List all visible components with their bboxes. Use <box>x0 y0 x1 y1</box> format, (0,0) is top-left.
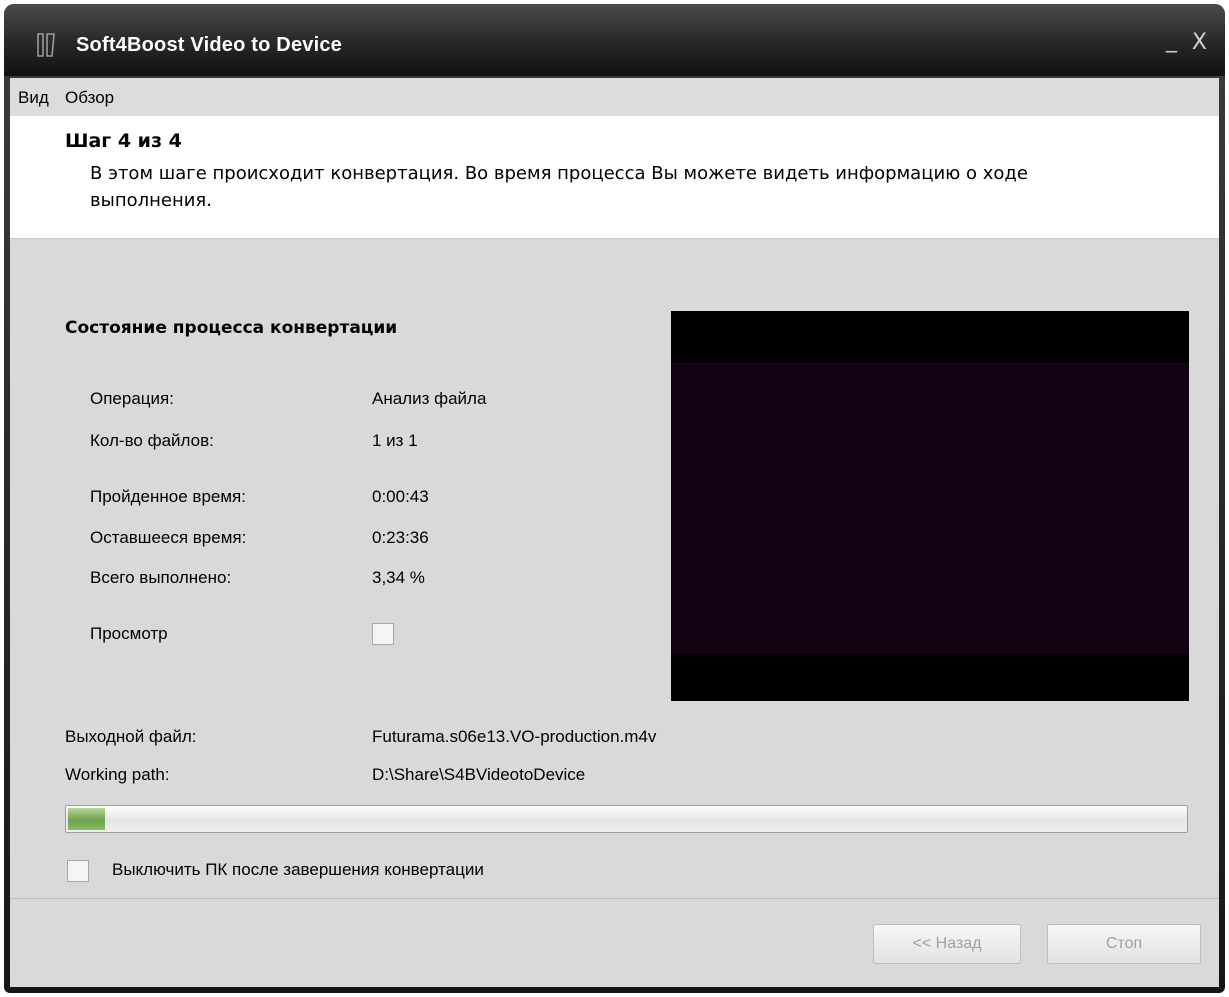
close-button[interactable]: X <box>1192 30 1207 55</box>
step-description: В этом шаге происходит конвертация. Во в… <box>90 163 1028 211</box>
video-preview <box>671 311 1189 701</box>
video-frame <box>671 363 1189 653</box>
step-header: Шаг 4 из 4 В этом шаге происходит конвер… <box>10 116 1219 239</box>
preview-checkbox[interactable] <box>372 623 394 645</box>
files-count-label: Кол-во файлов: <box>90 431 214 450</box>
files-count-value: 1 из 1 <box>372 431 418 450</box>
app-logo-icon <box>37 33 55 57</box>
shutdown-checkbox[interactable] <box>67 860 89 882</box>
title-bar[interactable]: Soft4Boost Video to Device _ X <box>4 4 1225 76</box>
client-area: Вид Обзор Шаг 4 из 4 В этом шаге происхо… <box>10 78 1219 987</box>
output-file-value: Futurama.s06e13.VO-production.m4v <box>372 727 657 746</box>
remaining-time-label: Оставшееся время: <box>90 528 247 547</box>
menu-item-browse[interactable]: Обзор <box>65 88 114 108</box>
menu-item-view[interactable]: Вид <box>18 88 49 108</box>
working-path-label: Working path: <box>65 765 170 784</box>
shutdown-label: Выключить ПК после завершения конвертаци… <box>112 860 484 879</box>
output-file-label: Выходной файл: <box>65 727 197 746</box>
app-window: Soft4Boost Video to Device _ X Вид Обзор… <box>4 4 1225 993</box>
back-button[interactable]: << Назад <box>873 924 1021 964</box>
section-title: Состояние процесса конвертации <box>65 318 398 338</box>
minimize-button[interactable]: _ <box>1166 28 1177 53</box>
working-path-value: D:\Share\S4BVideotoDevice <box>372 765 586 784</box>
operation-value: Анализ файла <box>372 389 487 408</box>
footer-divider <box>10 898 1219 899</box>
total-done-value: 3,34 % <box>372 568 425 587</box>
total-done-label: Всего выполнено: <box>90 568 232 587</box>
step-title: Шаг 4 из 4 <box>65 130 182 152</box>
preview-label: Просмотр <box>90 624 168 643</box>
menu-bar: Вид Обзор <box>10 78 1219 116</box>
elapsed-time-label: Пройденное время: <box>90 487 246 506</box>
conversion-progress-bar <box>65 805 1188 833</box>
remaining-time-value: 0:23:36 <box>372 528 429 547</box>
operation-label: Операция: <box>90 389 174 408</box>
progress-fill <box>68 808 105 830</box>
stop-button[interactable]: Стоп <box>1047 924 1201 964</box>
elapsed-time-value: 0:00:43 <box>372 487 429 506</box>
window-title: Soft4Boost Video to Device <box>76 34 342 56</box>
